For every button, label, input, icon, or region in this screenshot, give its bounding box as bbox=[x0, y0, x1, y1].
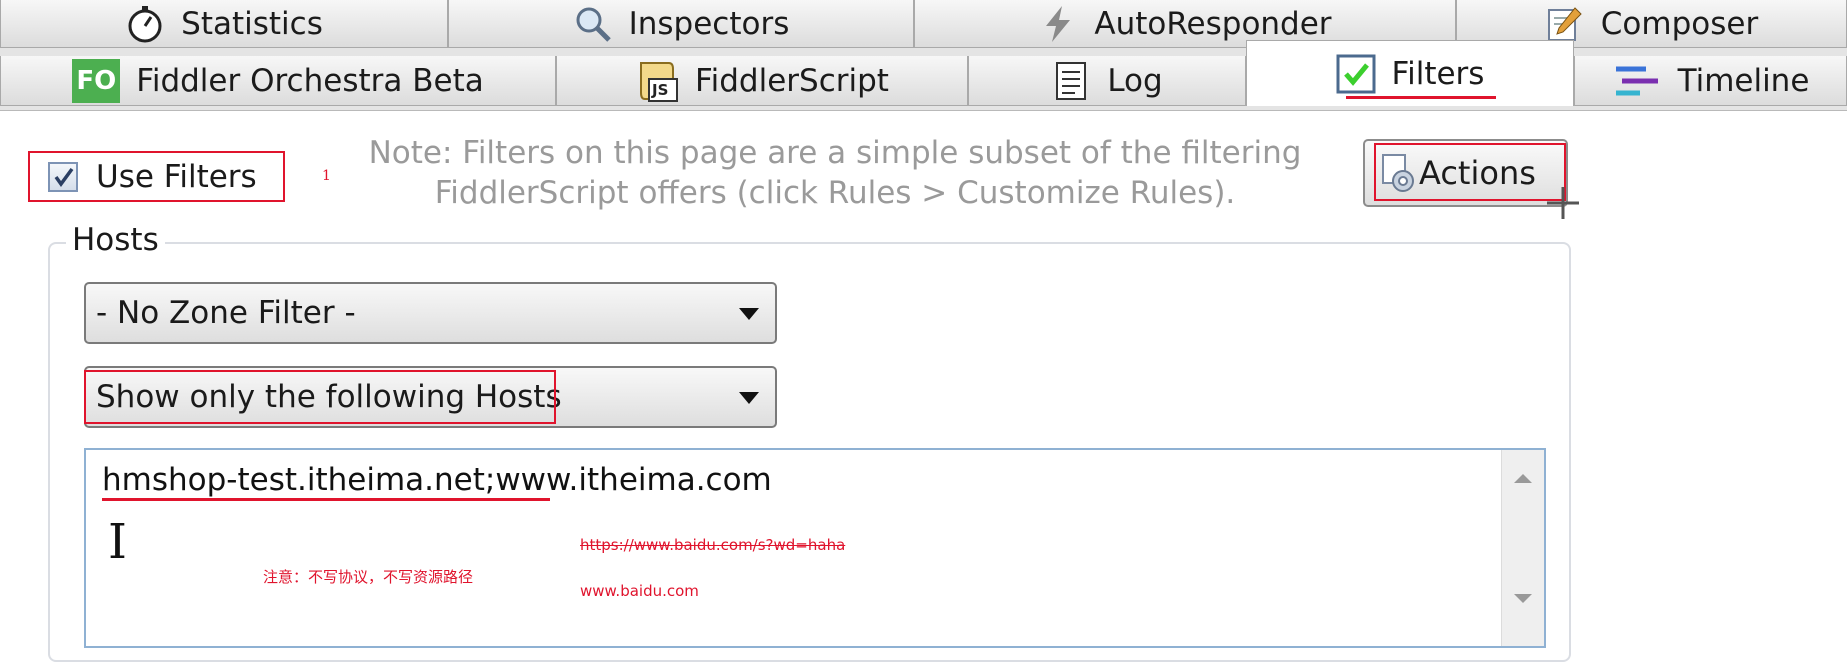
timeline-icon bbox=[1615, 66, 1658, 95]
dropdown-arrow-icon[interactable] bbox=[739, 392, 759, 404]
gear-page-icon bbox=[1382, 154, 1414, 192]
tab-label: Composer bbox=[1600, 5, 1759, 42]
tab-inspectors[interactable]: Inspectors bbox=[448, 0, 914, 48]
hosts-legend: Hosts bbox=[66, 222, 165, 258]
text-cursor-icon: I bbox=[108, 514, 127, 570]
tab-fiddler-orchestra[interactable]: FO Fiddler Orchestra Beta bbox=[0, 56, 556, 106]
dropdown-arrow-icon[interactable] bbox=[739, 308, 759, 320]
note-line-2: FiddlerScript offers (click Rules > Cust… bbox=[434, 175, 1236, 211]
tab-label: Log bbox=[1107, 62, 1163, 99]
pencil-note-icon bbox=[1547, 6, 1582, 41]
tab-label: Filters bbox=[1391, 55, 1485, 92]
tab-label: FiddlerScript bbox=[695, 62, 889, 99]
textarea-scrollbar[interactable] bbox=[1501, 450, 1544, 646]
use-filters-label: Use Filters bbox=[96, 158, 257, 195]
annotation-underline-filters-tab bbox=[1346, 96, 1496, 99]
annotation-underline-host bbox=[102, 498, 550, 501]
scroll-down-icon[interactable] bbox=[1514, 594, 1532, 603]
js-label: JS bbox=[652, 80, 669, 99]
note-line-1: Note: Filters on this page are a simple … bbox=[368, 135, 1302, 171]
stopwatch-icon bbox=[128, 5, 162, 42]
actions-label: Actions bbox=[1419, 154, 1536, 192]
actions-button[interactable]: Actions bbox=[1363, 139, 1568, 207]
zone-filter-dropdown[interactable]: - No Zone Filter - bbox=[84, 282, 777, 344]
annotation-url-wrong: https://www.baidu.com/s?wd=haha bbox=[580, 536, 846, 554]
annotation-url-right: www.baidu.com bbox=[580, 582, 699, 600]
annotation-box-host-filter bbox=[84, 370, 556, 424]
crosshair-cursor-icon bbox=[1547, 187, 1579, 219]
log-page-icon bbox=[1056, 61, 1087, 100]
lightning-icon bbox=[1046, 5, 1071, 42]
use-filters-checkbox[interactable]: Use Filters bbox=[28, 151, 285, 202]
check-icon bbox=[1336, 54, 1376, 93]
tab-label: Timeline bbox=[1677, 62, 1810, 99]
tab-strip-bottom: FO Fiddler Orchestra Beta JS FiddlerScri… bbox=[0, 40, 1847, 111]
filters-note: Note: Filters on this page are a simple … bbox=[330, 133, 1340, 213]
annotation-note-cn: 注意：不写协议，不写资源路径 bbox=[263, 568, 474, 586]
zone-filter-value: - No Zone Filter - bbox=[96, 295, 356, 331]
tab-statistics[interactable]: Statistics bbox=[0, 0, 448, 48]
tab-log[interactable]: Log bbox=[968, 56, 1246, 106]
tab-label: AutoResponder bbox=[1094, 5, 1332, 42]
checkbox-checked-icon[interactable] bbox=[48, 161, 78, 192]
tab-timeline[interactable]: Timeline bbox=[1574, 56, 1847, 106]
tab-label: Fiddler Orchestra Beta bbox=[136, 62, 484, 99]
tab-label: Inspectors bbox=[628, 5, 790, 42]
fo-logo-icon: FO bbox=[72, 58, 121, 103]
js-scroll-icon: JS bbox=[635, 59, 679, 103]
tab-fiddlerscript[interactable]: JS FiddlerScript bbox=[556, 56, 968, 106]
scroll-up-icon[interactable] bbox=[1514, 474, 1532, 483]
tab-label: Statistics bbox=[181, 5, 323, 42]
hosts-list-text: hmshop-test.itheima.net;www.itheima.com bbox=[102, 462, 772, 498]
magnifier-icon bbox=[576, 7, 611, 42]
